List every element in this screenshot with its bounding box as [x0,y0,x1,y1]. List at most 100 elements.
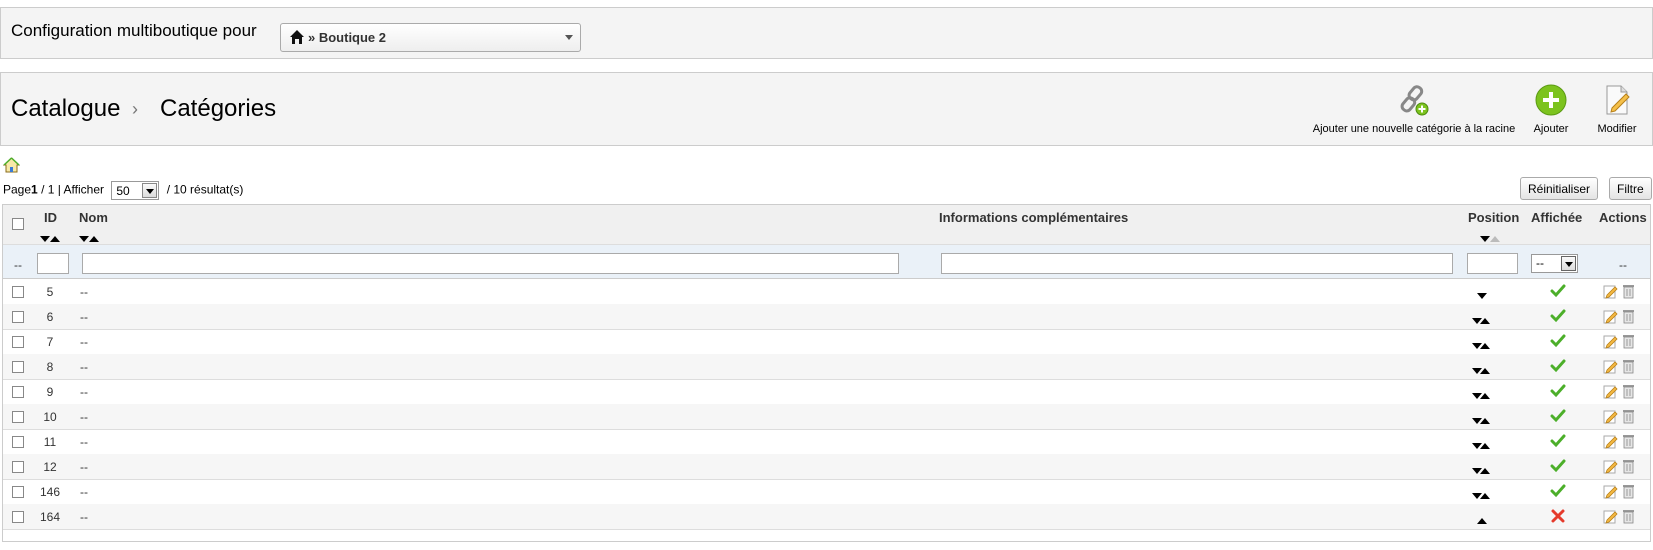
row-checkbox[interactable] [12,511,24,523]
filter-name-input[interactable] [82,253,899,274]
table-row[interactable]: 7 -- [3,329,1650,355]
filter-info-input[interactable] [941,253,1453,274]
filter-button[interactable]: Filtre [1609,177,1652,200]
check-icon[interactable] [1550,383,1566,399]
row-name: -- [80,310,88,324]
row-checkbox[interactable] [12,311,24,323]
sort-position[interactable] [1480,229,1500,242]
row-checkbox[interactable] [12,486,24,498]
shop-select-value: » Boutique 2 [308,30,387,45]
trash-icon[interactable] [1622,459,1635,474]
trash-icon[interactable] [1622,509,1635,524]
edit-icon[interactable] [1603,384,1618,399]
row-checkbox[interactable] [12,411,24,423]
add-button[interactable]: Ajouter [1528,83,1574,143]
add-root-category-button[interactable]: Ajouter une nouvelle catégorie à la raci… [1305,83,1523,143]
table-row[interactable]: 11 -- [3,429,1650,455]
trash-icon[interactable] [1622,409,1635,424]
check-icon[interactable] [1550,308,1566,324]
sort-id[interactable] [40,229,60,242]
sort-desc-icon[interactable] [1480,236,1490,242]
sort-asc-icon[interactable] [50,236,60,242]
edit-document-icon [1606,85,1630,115]
table-row[interactable]: 10 -- [3,404,1650,430]
trash-icon[interactable] [1622,384,1635,399]
filter-actions-dash: -- [1619,258,1627,272]
edit-icon[interactable] [1603,359,1618,374]
sort-desc-icon[interactable] [79,236,89,242]
row-checkbox[interactable] [12,386,24,398]
move-up-icon[interactable] [1480,468,1490,474]
check-icon[interactable] [1550,483,1566,499]
edit-icon[interactable] [1603,484,1618,499]
home-icon [290,30,304,44]
edit-button[interactable]: Modifier [1592,83,1642,143]
move-up-icon[interactable] [1480,318,1490,324]
results-count: / 10 résultat(s) [166,182,244,197]
table-row[interactable]: 12 -- [3,454,1650,480]
edit-icon[interactable] [1603,284,1618,299]
table-row[interactable]: 8 -- [3,354,1650,380]
chevron-down-icon [1561,256,1576,271]
row-position [1472,413,1503,427]
filter-displayed-select[interactable]: -- [1531,254,1578,273]
row-name: -- [80,335,88,349]
row-checkbox[interactable] [12,336,24,348]
row-id: 146 [39,485,61,499]
sort-name[interactable] [79,229,99,242]
cross-icon[interactable] [1550,508,1566,524]
trash-icon[interactable] [1622,484,1635,499]
move-up-icon[interactable] [1480,493,1490,499]
table-row[interactable]: 6 -- [3,304,1650,330]
edit-icon[interactable] [1603,509,1618,524]
row-checkbox[interactable] [12,361,24,373]
move-up-icon[interactable] [1480,343,1490,349]
row-checkbox[interactable] [12,286,24,298]
row-id: 6 [46,310,54,324]
edit-icon[interactable] [1603,309,1618,324]
trash-icon[interactable] [1622,334,1635,349]
move-up-icon[interactable] [1480,418,1490,424]
row-name: -- [80,435,88,449]
check-icon[interactable] [1550,283,1566,299]
check-icon[interactable] [1550,408,1566,424]
sort-asc-icon[interactable] [1490,236,1500,242]
move-up-icon[interactable] [1480,443,1490,449]
table-header: ID Nom Informations complémentaires Posi… [3,205,1650,245]
trash-icon[interactable] [1622,434,1635,449]
table-row[interactable]: 164 -- [3,504,1650,530]
filter-id-input[interactable] [37,253,69,274]
table-row[interactable]: 9 -- [3,379,1650,405]
move-up-icon[interactable] [1477,518,1487,524]
link-add-icon [1400,85,1429,116]
check-icon[interactable] [1550,358,1566,374]
edit-icon[interactable] [1603,434,1618,449]
check-icon[interactable] [1550,458,1566,474]
table-row[interactable]: 5 -- [3,279,1650,305]
sort-asc-icon[interactable] [89,236,99,242]
edit-icon[interactable] [1603,409,1618,424]
breadcrumb-catalogue[interactable]: Catalogue [11,95,120,123]
per-page-select[interactable]: 50 [111,181,160,200]
trash-icon[interactable] [1622,284,1635,299]
row-id: 9 [46,385,54,399]
shop-select[interactable]: » Boutique 2 [280,23,581,52]
table-row[interactable]: 146 -- [3,479,1650,505]
move-up-icon[interactable] [1480,368,1490,374]
check-icon[interactable] [1550,333,1566,349]
filter-position-input[interactable] [1467,253,1518,274]
trash-icon[interactable] [1622,309,1635,324]
row-checkbox[interactable] [12,436,24,448]
edit-icon[interactable] [1603,459,1618,474]
root-category-home-icon[interactable] [3,157,20,173]
row-name: -- [80,485,88,499]
select-all-checkbox[interactable] [12,218,24,230]
sort-desc-icon[interactable] [40,236,50,242]
move-up-icon[interactable] [1480,393,1490,399]
reset-button[interactable]: Réinitialiser [1520,177,1599,200]
check-icon[interactable] [1550,433,1566,449]
trash-icon[interactable] [1622,359,1635,374]
edit-icon[interactable] [1603,334,1618,349]
move-down-icon[interactable] [1477,293,1487,299]
row-checkbox[interactable] [12,461,24,473]
